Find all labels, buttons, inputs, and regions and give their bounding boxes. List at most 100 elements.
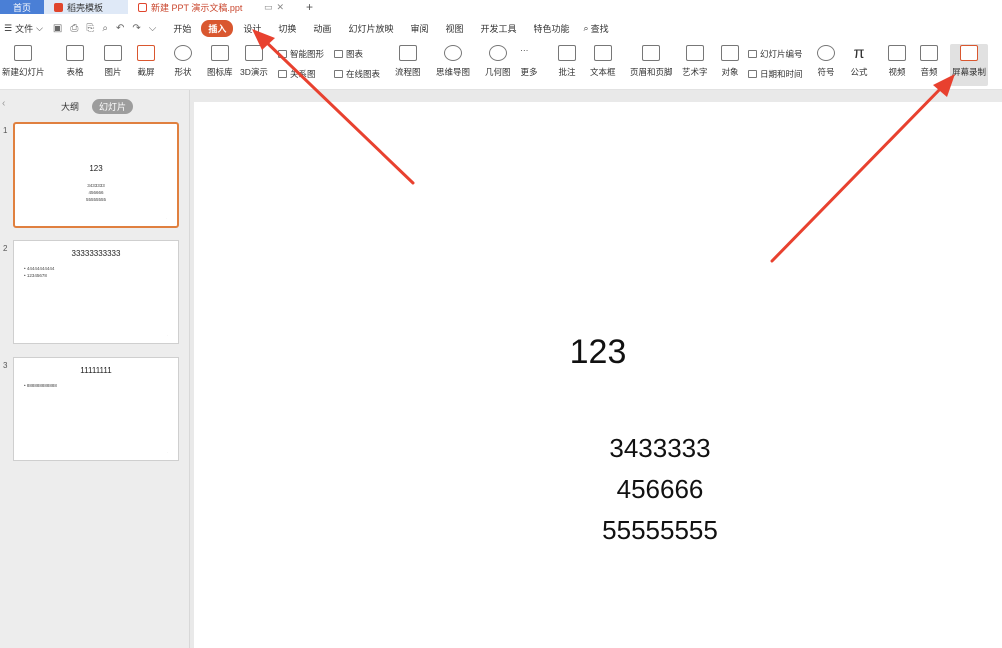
export-pdf-icon[interactable]: ⎙	[70, 23, 78, 34]
menu-tab-2[interactable]: 设计	[236, 20, 268, 37]
insert-ribbon: 新建幻灯片 表格 图片 截屏 形状 图标库 3D演示 智能图形 关系图 图表 在…	[0, 42, 1002, 90]
icon-library-button[interactable]: 图标库	[207, 45, 233, 78]
header-footer-button[interactable]: 页眉和页脚	[630, 45, 673, 78]
print-preview-icon[interactable]: ⌕	[102, 23, 108, 34]
mindmap-button[interactable]: 思维导图	[436, 45, 470, 78]
audio-button[interactable]: 音频	[920, 45, 938, 78]
redo-icon[interactable]: ↷	[132, 23, 140, 34]
menu-tab-6[interactable]: 审阅	[403, 20, 435, 37]
object-label: 对象	[721, 67, 739, 77]
object-icon	[721, 45, 739, 61]
datetime-button[interactable]: 日期和时间	[748, 68, 803, 80]
current-slide[interactable]	[194, 102, 1002, 648]
table-icon	[66, 45, 84, 61]
geometry-button[interactable]: 几何图	[485, 45, 511, 78]
print-icon[interactable]: ⎘	[86, 23, 94, 34]
menu-tab-4[interactable]: 动画	[306, 20, 338, 37]
tab-document-label: 新建 PPT 演示文稿.ppt	[151, 2, 243, 13]
screen-record-button[interactable]: 屏幕录制	[950, 44, 989, 86]
picture-button[interactable]: 图片	[104, 45, 122, 78]
icon-library-icon	[210, 45, 229, 61]
file-menu[interactable]: ☰ 文件 ⌵	[4, 22, 53, 35]
thumb-page-marker: ·	[167, 333, 168, 337]
slide-thumb-3[interactable]: 11111111 • 888888888888 ·	[13, 357, 179, 461]
menu-tab-7[interactable]: 视图	[438, 20, 470, 37]
screenshot-button[interactable]: 截屏	[137, 45, 155, 78]
symbol-button[interactable]: 符号	[817, 45, 835, 78]
slide-body-line: 3433333	[609, 433, 711, 463]
new-tab-button[interactable]: +	[298, 0, 321, 14]
tab-document[interactable]: 新建 PPT 演示文稿.ppt ▭✕	[128, 0, 298, 14]
slide-title[interactable]: 123	[194, 333, 1002, 372]
3d-demo-button[interactable]: 3D演示	[240, 45, 268, 78]
shape-icon	[174, 45, 192, 61]
table-button[interactable]: 表格	[66, 45, 84, 78]
screenshot-label: 截屏	[137, 67, 155, 77]
video-label: 视频	[888, 67, 906, 77]
new-slide-label: 新建幻灯片	[2, 67, 45, 77]
tab-controls[interactable]: ▭✕	[264, 2, 288, 13]
thumb-title: 11111111	[80, 366, 112, 375]
chart-button[interactable]: 图表	[334, 48, 363, 60]
slide-number-icon	[748, 50, 757, 58]
slide-body-line: 456666	[616, 474, 704, 504]
collapse-sidebar-icon[interactable]: ‹	[2, 98, 5, 109]
mindmap-icon	[444, 45, 462, 61]
menu-tab-8[interactable]: 开发工具	[473, 20, 523, 37]
menu-tab-5[interactable]: 幻灯片放映	[341, 20, 400, 37]
mindmap-label: 思维导图	[436, 67, 471, 77]
formula-button[interactable]: π 公式	[850, 45, 868, 78]
new-slide-button[interactable]: 新建幻灯片	[2, 45, 45, 78]
new-slide-icon	[14, 45, 33, 61]
search-box[interactable]: ⌕ 查找	[584, 22, 609, 35]
slide-thumb-number: 3	[3, 361, 8, 370]
tab-home[interactable]: 首页	[0, 0, 44, 14]
wordart-icon	[685, 45, 704, 61]
new-tab-label: +	[306, 0, 314, 14]
slide-thumb-1[interactable]: 123 3433333 456666 55555555 ·	[13, 122, 179, 228]
menu-tab-1[interactable]: 插入	[201, 19, 234, 37]
tab-template[interactable]: 稻壳模板	[44, 0, 128, 14]
thumb-page-marker: ·	[167, 450, 168, 454]
menu-tab-0[interactable]: 开始	[166, 20, 198, 37]
video-icon	[888, 45, 906, 61]
smart-art-button[interactable]: 智能图形	[278, 48, 324, 60]
slide-body[interactable]: 3433333 456666 55555555	[194, 428, 1002, 551]
undo-icon[interactable]: ↶	[116, 23, 124, 34]
object-button[interactable]: 对象	[721, 45, 739, 78]
relation-chart-button[interactable]: 关系图	[278, 68, 316, 80]
menu-tab-9[interactable]: 特色功能	[527, 20, 577, 37]
speaker-icon	[920, 45, 938, 61]
tab-outline[interactable]: 大纲	[54, 99, 86, 114]
datetime-icon	[748, 70, 757, 78]
quick-access-toolbar: ▣ ⎙ ⎘ ⌕ ↶ ↷ ⌵	[53, 23, 166, 34]
geometry-label: 几何图	[485, 67, 511, 77]
save-icon[interactable]: ▣	[53, 23, 62, 34]
3d-demo-icon	[244, 45, 263, 61]
smart-art-icon	[278, 50, 287, 58]
tab-slides[interactable]: 幻灯片	[92, 99, 134, 114]
pi-icon: π	[850, 45, 868, 62]
flowchart-button[interactable]: 流程图	[395, 45, 421, 78]
symbol-label: 符号	[817, 67, 835, 77]
thumb-bullet: • 888888888888	[24, 383, 57, 388]
slide-thumb-number: 2	[3, 244, 8, 253]
video-button[interactable]: 视频	[888, 45, 906, 78]
customize-icon[interactable]: ⌵	[149, 23, 157, 34]
wordart-button[interactable]: 艺术字	[682, 45, 708, 78]
menu-tab-3[interactable]: 切换	[271, 20, 303, 37]
more-button[interactable]: ··· 更多	[520, 45, 538, 78]
shape-button[interactable]: 形状	[174, 45, 192, 78]
comment-icon	[558, 45, 576, 61]
datetime-label: 日期和时间	[760, 69, 803, 79]
online-chart-button[interactable]: 在线图表	[334, 68, 380, 80]
sidebar-tabs: 大纲 幻灯片	[54, 99, 134, 114]
textbox-button[interactable]: 文本框	[590, 45, 616, 78]
relation-chart-icon	[278, 70, 287, 78]
docer-icon	[54, 2, 63, 12]
picture-label: 图片	[104, 67, 122, 77]
slide-thumb-2[interactable]: 33333333333 • 44444444444 • 12345678 ·	[13, 240, 179, 344]
chevron-down-icon: ⌵	[36, 22, 43, 33]
comment-button[interactable]: 批注	[558, 45, 576, 78]
slide-number-button[interactable]: 幻灯片编号	[748, 48, 803, 60]
